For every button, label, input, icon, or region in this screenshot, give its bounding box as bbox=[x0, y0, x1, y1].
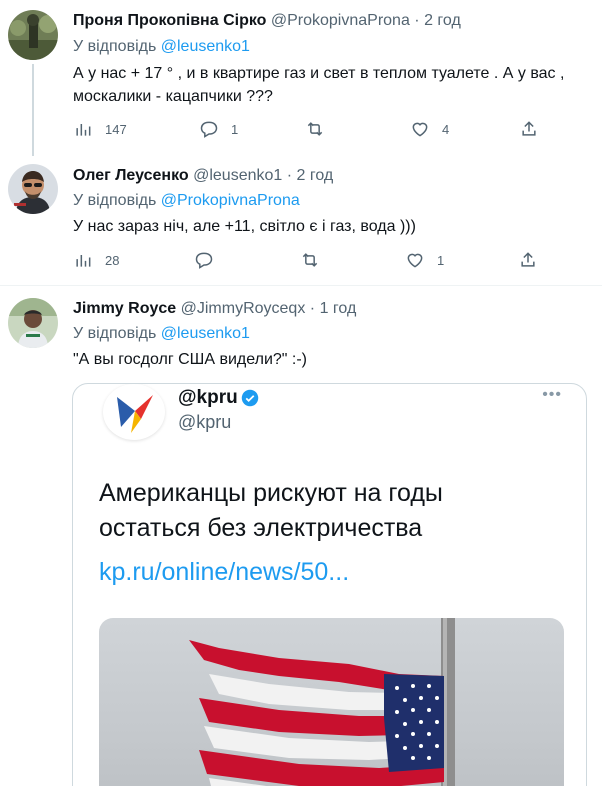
kp-logo bbox=[103, 384, 165, 440]
user-handle[interactable]: @JimmyRoyceqx bbox=[181, 300, 306, 317]
tweet-text-line: У нас зараз ніч, але +11, світло є і газ… bbox=[73, 218, 416, 235]
reply-button[interactable] bbox=[194, 248, 226, 272]
share-button[interactable] bbox=[519, 117, 539, 141]
more-options-icon: ••• bbox=[542, 386, 562, 403]
tweet-text-line: "А вы госдолг США видели?" :-) bbox=[73, 351, 307, 368]
timestamp[interactable]: 2 год bbox=[424, 12, 461, 29]
share-button[interactable] bbox=[518, 248, 538, 272]
card-headline-line: остаться без электричества bbox=[99, 514, 423, 542]
tweet-text: "А вы госдолг США видели?" :-) bbox=[73, 348, 598, 371]
reply-icon bbox=[200, 121, 218, 138]
display-name[interactable]: Jimmy Royce bbox=[73, 300, 176, 317]
like-count: 4 bbox=[442, 121, 450, 137]
share-icon bbox=[522, 121, 536, 136]
attached-image[interactable]: @kpru @kpru ••• Американцы рискуют на го… bbox=[72, 383, 587, 786]
separator: · bbox=[414, 12, 420, 29]
timestamp[interactable]: 1 год bbox=[320, 300, 357, 317]
tweet-text-line: москалики - кацапчики ??? bbox=[73, 88, 273, 105]
tweet-header: Олег Леусенко @leusenko1 · 2 год bbox=[73, 167, 333, 185]
like-button[interactable]: 4 bbox=[410, 117, 449, 141]
views-count: 147 bbox=[105, 121, 127, 137]
views-icon bbox=[76, 124, 91, 136]
avatar[interactable] bbox=[8, 164, 58, 214]
flag-photo bbox=[99, 618, 564, 786]
reply-mention-link[interactable]: @leusenko1 bbox=[161, 325, 250, 342]
separator: · bbox=[309, 300, 316, 317]
views-count: 28 bbox=[105, 252, 120, 268]
card-headline: Американцы рискуют на годы остаться без … bbox=[99, 476, 559, 546]
views-button[interactable]: 147 bbox=[73, 117, 127, 141]
verified-icon bbox=[241, 389, 259, 407]
display-name[interactable]: Проня Прокопівна Сірко bbox=[73, 12, 266, 29]
user-handle[interactable]: @ProkopivnaProna bbox=[271, 12, 410, 29]
tweet-actions: 147 1 4 bbox=[73, 117, 553, 141]
reply-button[interactable]: 1 bbox=[199, 117, 238, 141]
separator: · bbox=[286, 167, 293, 184]
tweet-header: Проня Прокопівна Сірко @ProkopivnaProna … bbox=[73, 12, 461, 30]
reply-mention-link[interactable]: @ProkopivnaProna bbox=[161, 192, 300, 209]
avatar[interactable] bbox=[8, 298, 58, 348]
reply-mention-link[interactable]: @leusenko1 bbox=[161, 38, 250, 55]
retweet-icon bbox=[302, 253, 318, 267]
card-headline-line: Американцы рискуют на годы bbox=[99, 479, 443, 507]
like-button[interactable]: 1 bbox=[405, 248, 444, 272]
user-handle[interactable]: @leusenko1 bbox=[193, 167, 282, 184]
tweet[interactable]: Олег Леусенко @leusenko1 · 2 год У відпо… bbox=[0, 155, 602, 285]
card-account-name: @kpru bbox=[178, 387, 238, 408]
reply-context: У відповідь @leusenko1 bbox=[73, 38, 250, 56]
retweet-icon bbox=[307, 122, 323, 136]
reply-icon bbox=[195, 252, 213, 269]
card-account-handle: @kpru bbox=[178, 412, 232, 432]
views-icon bbox=[76, 255, 91, 267]
timestamp[interactable]: 2 год bbox=[297, 167, 334, 184]
tweet-actions: 28 1 bbox=[73, 248, 553, 272]
reply-context: У відповідь @ProkopivnaProna bbox=[73, 192, 300, 210]
tweet-text: А у нас + 17 ° , и в квартире газ и свет… bbox=[73, 62, 598, 108]
kp-bird-icon bbox=[117, 395, 153, 433]
share-icon bbox=[521, 252, 535, 267]
reply-prefix: У відповідь bbox=[73, 38, 157, 55]
views-button[interactable]: 28 bbox=[73, 248, 119, 272]
like-icon bbox=[407, 253, 423, 268]
display-name[interactable]: Олег Леусенко bbox=[73, 167, 189, 184]
reply-count: 1 bbox=[231, 121, 239, 137]
tweet-text-line: А у нас + 17 ° , и в квартире газ и свет… bbox=[73, 65, 565, 82]
card-link: kp.ru/online/news/50... bbox=[99, 558, 350, 586]
like-icon bbox=[412, 122, 428, 137]
tweet[interactable]: Проня Прокопівна Сірко @ProkopivnaProna … bbox=[0, 0, 602, 156]
us-flag-image bbox=[189, 618, 455, 786]
retweet-button[interactable] bbox=[305, 117, 337, 141]
reply-context: У відповідь @leusenko1 bbox=[73, 325, 250, 343]
avatar[interactable] bbox=[8, 10, 58, 60]
thread-connector bbox=[32, 64, 34, 156]
tweet-header: Jimmy Royce @JimmyRoyceqx · 1 год bbox=[73, 300, 356, 318]
retweet-button[interactable] bbox=[300, 248, 332, 272]
reply-prefix: У відповідь bbox=[73, 325, 157, 342]
reply-prefix: У відповідь bbox=[73, 192, 157, 209]
like-count: 1 bbox=[437, 252, 445, 268]
tweet-text: У нас зараз ніч, але +11, світло є і газ… bbox=[73, 215, 598, 238]
